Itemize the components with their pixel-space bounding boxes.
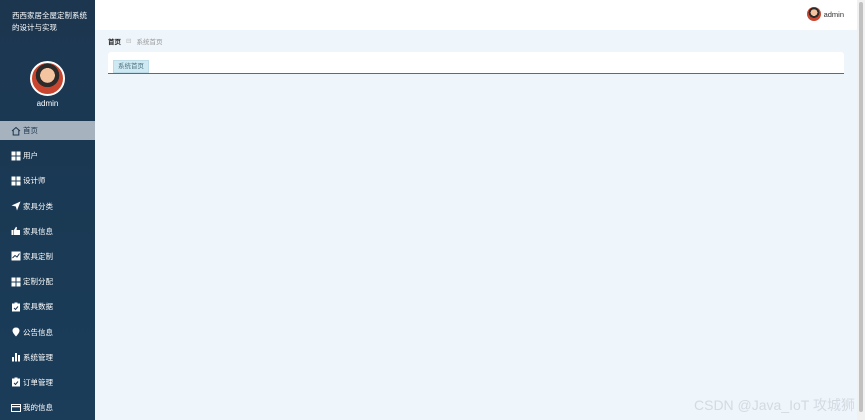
sidebar: 西西家居全屋定制系统的设计与实现 admin 首页 用户 设计师 家具分类 家具… <box>0 0 95 420</box>
sidebar-item-furniture-info[interactable]: 家具信息 <box>0 222 95 241</box>
breadcrumb: 首页 ⊟ 系统首页 <box>108 36 162 46</box>
avatar[interactable] <box>30 61 65 96</box>
sidebar-item-label: 我的信息 <box>23 403 53 413</box>
sidebar-item-label: 首页 <box>23 126 38 135</box>
topbar-username[interactable]: admin <box>824 10 844 19</box>
sidebar-item-custom-assign[interactable]: 定制分配 <box>0 272 95 291</box>
watermark: CSDN @Java_IoT 攻城狮 <box>694 397 855 413</box>
sidebar-item-label: 家具信息 <box>23 226 53 236</box>
sidebar-item-label: 家具分类 <box>23 201 53 211</box>
tab-system-home[interactable]: 系统首页 <box>113 60 149 73</box>
main-panel: 系统首页 <box>108 52 844 74</box>
user-avatar-icon[interactable] <box>807 7 821 21</box>
breadcrumb-separator-icon: ⊟ <box>126 38 132 45</box>
sidebar-item-furniture-custom[interactable]: 家具定制 <box>0 247 95 266</box>
bar-icon <box>11 352 21 362</box>
grid-icon <box>11 151 21 161</box>
sidebar-item-label: 家具定制 <box>23 251 53 261</box>
clipboard-icon <box>11 302 21 312</box>
scrollbar-thumb[interactable] <box>859 2 863 412</box>
sidebar-menu: 首页 用户 设计师 家具分类 家具信息 家具定制 定制分配 家具数据 公告信息 … <box>0 121 95 420</box>
breadcrumb-home[interactable]: 首页 <box>108 36 121 46</box>
sidebar-item-orders[interactable]: 订单管理 <box>0 373 95 392</box>
sidebar-item-users[interactable]: 用户 <box>0 146 95 165</box>
sidebar-item-label: 系统管理 <box>23 352 53 362</box>
grid-icon <box>11 176 21 186</box>
home-icon <box>11 126 21 136</box>
sidebar-item-furniture-category[interactable]: 家具分类 <box>0 197 95 216</box>
sidebar-item-announcement[interactable]: 公告信息 <box>0 323 95 342</box>
sidebar-item-home[interactable]: 首页 <box>0 121 95 140</box>
sidebar-item-label: 设计师 <box>23 176 46 186</box>
thumb-icon <box>11 226 21 236</box>
clipboard-icon <box>11 377 21 387</box>
card-icon <box>11 403 21 413</box>
page-scrollbar[interactable] <box>857 0 865 420</box>
topbar: admin <box>95 0 865 30</box>
sidebar-username: admin <box>36 99 59 108</box>
sidebar-item-label: 订单管理 <box>23 377 53 387</box>
send-icon <box>11 201 21 211</box>
app-title: 西西家居全屋定制系统的设计与实现 <box>12 11 87 32</box>
sidebar-item-label: 家具数据 <box>23 302 53 312</box>
chart-icon <box>11 251 21 261</box>
sidebar-item-designer[interactable]: 设计师 <box>0 171 95 190</box>
sidebar-item-label: 公告信息 <box>23 327 53 337</box>
breadcrumb-current: 系统首页 <box>136 39 163 46</box>
pin-icon <box>11 327 21 337</box>
sidebar-item-system[interactable]: 系统管理 <box>0 348 95 367</box>
grid-icon <box>11 277 21 287</box>
sidebar-item-furniture-data[interactable]: 家具数据 <box>0 297 95 316</box>
sidebar-item-label: 定制分配 <box>23 277 53 287</box>
sidebar-item-my-info[interactable]: 我的信息 <box>0 398 95 417</box>
sidebar-item-label: 用户 <box>23 151 38 161</box>
